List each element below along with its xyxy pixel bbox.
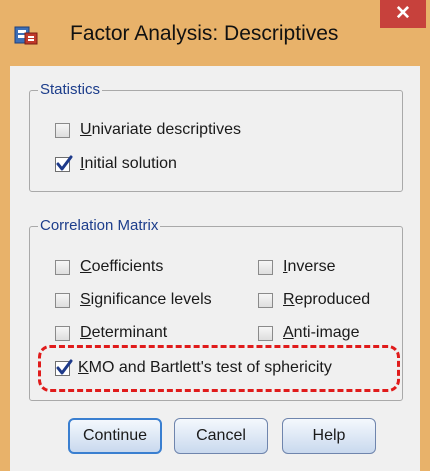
- continue-button[interactable]: Continue: [68, 418, 162, 454]
- reproduced-option[interactable]: Reproduced: [258, 288, 370, 312]
- determinant-option[interactable]: Determinant: [55, 321, 167, 345]
- kmo-highlight-annotation: [38, 345, 400, 392]
- initial-solution-checkbox[interactable]: [55, 155, 73, 172]
- significance-levels-checkbox[interactable]: [55, 292, 70, 308]
- coefficients-checkbox[interactable]: [55, 259, 70, 275]
- univariate-descriptives-label: nivariate descriptives: [91, 121, 241, 138]
- window-title: Factor Analysis: Descriptives: [70, 22, 339, 45]
- inverse-checkbox[interactable]: [258, 259, 273, 275]
- correlation-matrix-legend: Correlation Matrix: [38, 216, 161, 236]
- anti-image-mnemonic: A: [283, 324, 294, 341]
- anti-image-label: nti-image: [293, 324, 360, 341]
- close-icon: ✕: [395, 3, 411, 24]
- significance-levels-option[interactable]: Significance levels: [55, 288, 212, 312]
- factor-analysis-descriptives-dialog: Factor Analysis: Descriptives ✕ Statisti…: [0, 0, 430, 471]
- inverse-option[interactable]: Inverse: [258, 255, 335, 279]
- univariate-descriptives-option[interactable]: Univariate descriptives: [55, 118, 241, 142]
- cancel-button[interactable]: Cancel: [174, 418, 268, 454]
- close-button[interactable]: ✕: [380, 0, 426, 28]
- reproduced-checkbox[interactable]: [258, 292, 273, 308]
- coefficients-option[interactable]: Coefficients: [55, 255, 163, 279]
- help-button[interactable]: Help: [282, 418, 376, 454]
- reproduced-label: eproduced: [294, 291, 371, 308]
- coefficients-label: oefficients: [91, 258, 164, 275]
- title-bar[interactable]: Factor Analysis: Descriptives ✕: [0, 0, 430, 66]
- determinant-mnemonic: D: [80, 324, 92, 341]
- univariate-descriptives-checkbox[interactable]: [55, 122, 70, 138]
- checkmark-icon: [56, 155, 73, 170]
- significance-levels-label: ignificance levels: [90, 291, 212, 308]
- significance-levels-mnemonic: S: [80, 291, 91, 308]
- anti-image-checkbox[interactable]: [258, 325, 273, 341]
- statistics-legend: Statistics: [38, 80, 103, 100]
- initial-solution-option[interactable]: Initial solution: [55, 152, 177, 176]
- univariate-descriptives-mnemonic: U: [80, 121, 92, 138]
- determinant-label: eterminant: [91, 324, 168, 341]
- reproduced-mnemonic: R: [283, 291, 295, 308]
- initial-solution-label: nitial solution: [84, 155, 177, 172]
- coefficients-mnemonic: C: [80, 258, 92, 275]
- anti-image-option[interactable]: Anti-image: [258, 321, 359, 345]
- spss-app-icon: [14, 24, 40, 46]
- determinant-checkbox[interactable]: [55, 325, 70, 341]
- inverse-label: nverse: [287, 258, 336, 275]
